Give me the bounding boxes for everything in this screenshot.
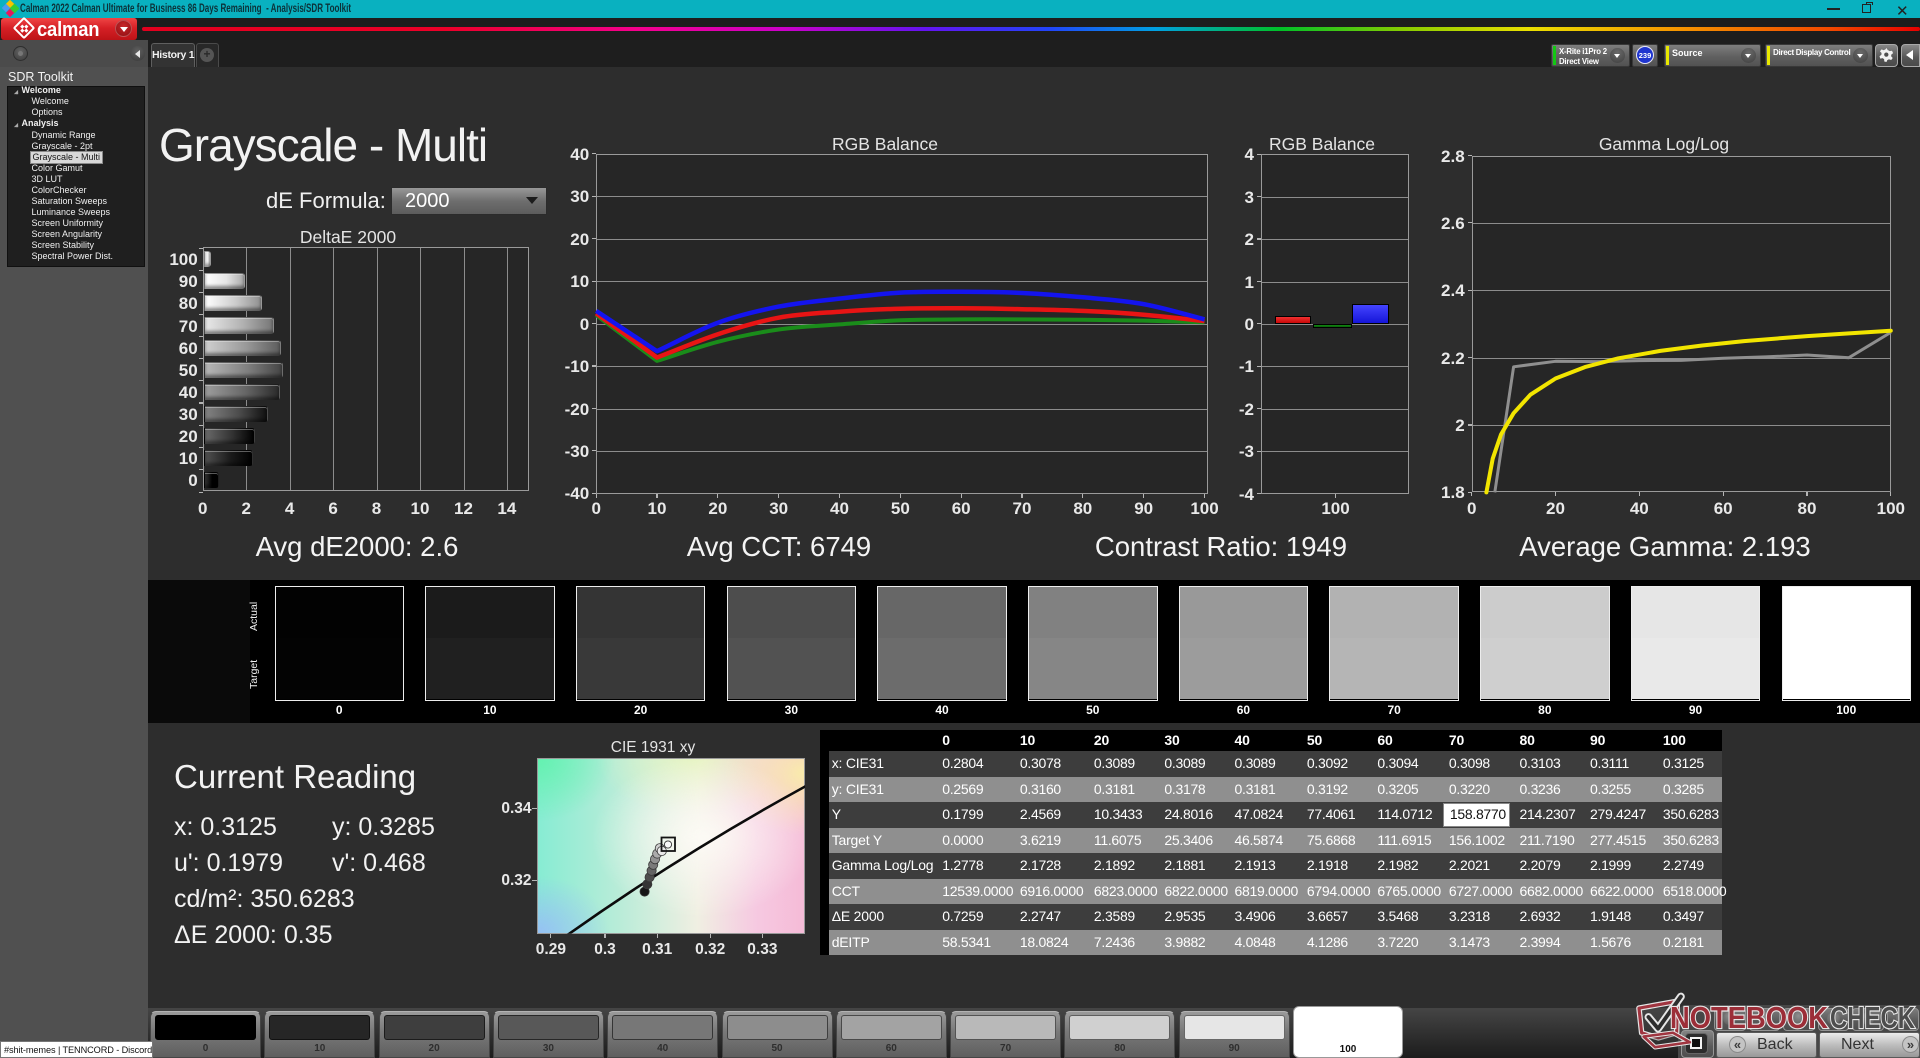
svg-text:NOTEBOOK: NOTEBOOK [1670, 1001, 1828, 1035]
svg-text:CHECK: CHECK [1830, 1001, 1915, 1035]
